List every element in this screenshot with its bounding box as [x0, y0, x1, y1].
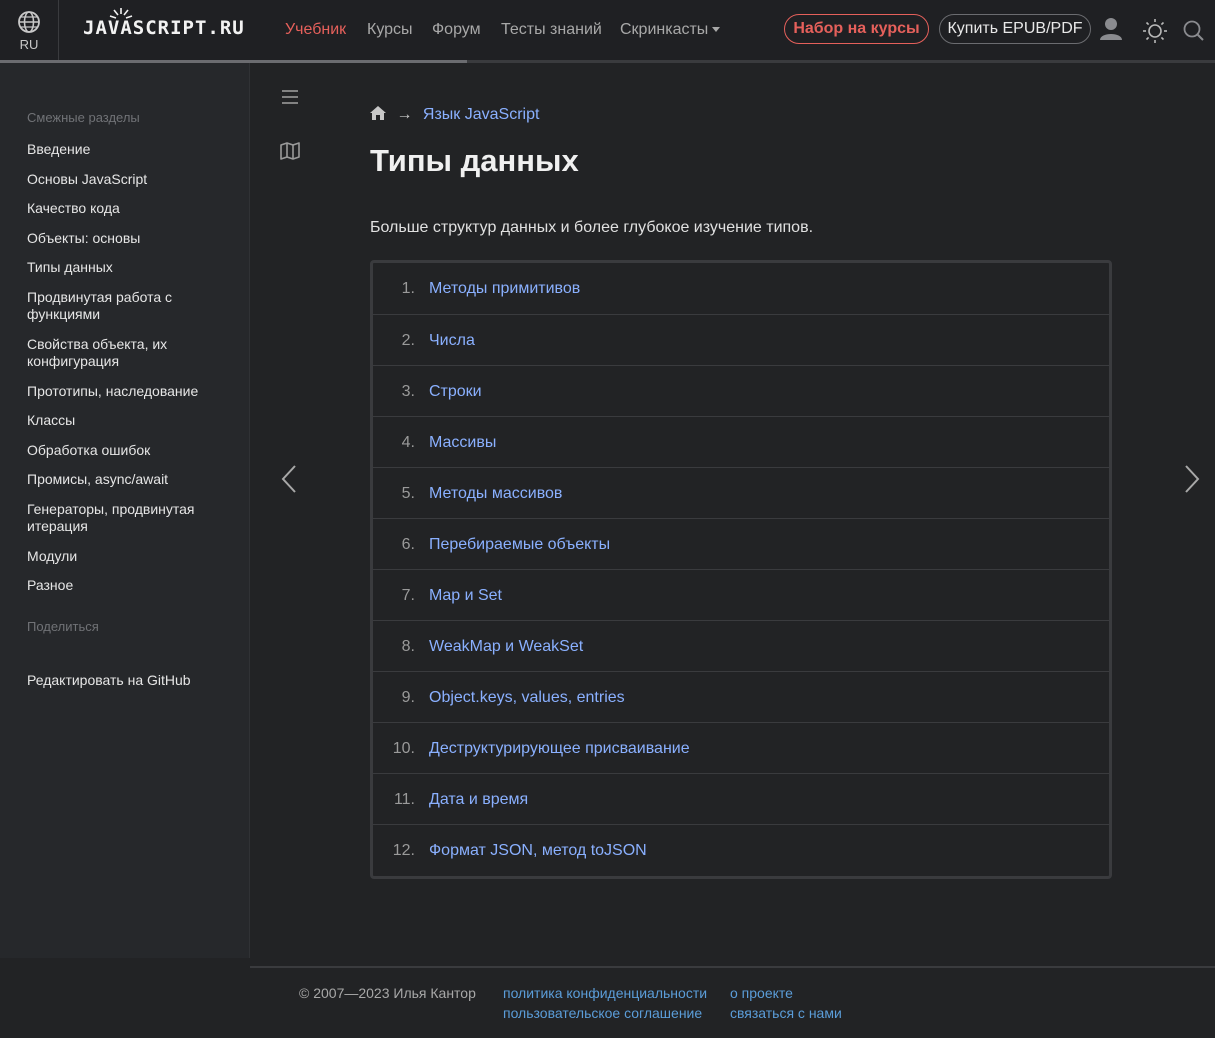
user-agreement-link[interactable]: пользовательское соглашение — [503, 1005, 702, 1021]
list-item: 12. Формат JSON, метод toJSON — [373, 824, 1109, 875]
search-icon[interactable] — [1182, 19, 1206, 43]
logo-spark-icon — [109, 8, 133, 19]
toc-link[interactable]: Строки — [429, 383, 482, 401]
theme-sun-icon[interactable] — [1142, 18, 1168, 44]
sidebar-item-promises[interactable]: Промисы, async/await — [27, 471, 227, 488]
top-header: RU JAVASCRIPT.RU Учебник Курсы Форум Тес… — [0, 0, 1215, 60]
contact-link[interactable]: связаться с нами — [730, 1005, 842, 1021]
privacy-policy-link[interactable]: политика конфиденциальности — [503, 985, 707, 1001]
sidebar-item-generators[interactable]: Генераторы, продвинутая итерация — [27, 501, 227, 535]
toc-link[interactable]: Методы примитивов — [429, 280, 580, 298]
toc-link[interactable]: Деструктурирующее присваивание — [429, 740, 690, 758]
user-icon[interactable] — [1098, 16, 1124, 42]
breadcrumb-link-javascript[interactable]: Язык JavaScript — [423, 106, 540, 123]
item-number: 6. — [401, 536, 415, 553]
list-item: 5. Методы массивов — [373, 467, 1109, 518]
page-title: Типы данных — [370, 143, 579, 178]
toc-link[interactable]: Массивы — [429, 434, 496, 452]
toc-link[interactable]: Формат JSON, метод toJSON — [429, 842, 647, 860]
toc-link[interactable]: Map и Set — [429, 587, 502, 605]
intro-text: Больше структур данных и более глубокое … — [370, 219, 814, 236]
copyright: © 2007—2023 Илья Кантор — [299, 985, 476, 1001]
breadcrumb: → Язык JavaScript — [370, 106, 539, 124]
list-item: 11. Дата и время — [373, 773, 1109, 824]
toc-link[interactable]: WeakMap и WeakSet — [429, 638, 583, 656]
home-icon[interactable] — [370, 106, 386, 120]
toc-link[interactable]: Числа — [429, 332, 475, 350]
sidebar-item-error-handling[interactable]: Обработка ошибок — [27, 442, 227, 459]
item-number: 2. — [401, 332, 415, 349]
nav-screencasts[interactable]: Скринкасты — [620, 21, 721, 39]
list-item: 9. Object.keys, values, entries — [373, 671, 1109, 722]
toc-link[interactable]: Object.keys, values, entries — [429, 689, 625, 707]
nav-screencasts-label[interactable]: Скринкасты — [620, 21, 708, 38]
sidebar-item-classes[interactable]: Классы — [27, 412, 227, 429]
share-title: Поделиться — [27, 619, 99, 634]
about-link[interactable]: о проекте — [730, 985, 793, 1001]
table-of-contents: 1. Методы примитивов 2. Числа 3. Строки … — [370, 260, 1112, 879]
item-number: 8. — [401, 638, 415, 655]
menu-icon[interactable] — [281, 89, 299, 105]
list-item: 3. Строки — [373, 365, 1109, 416]
list-item: 7. Map и Set — [373, 569, 1109, 620]
globe-icon — [18, 11, 40, 33]
footer-divider — [250, 966, 1215, 968]
related-sections-title: Смежные разделы — [27, 110, 140, 125]
sidebar-item-objects[interactable]: Объекты: основы — [27, 230, 227, 247]
nav-forum[interactable]: Форум — [432, 21, 481, 39]
item-number: 4. — [401, 434, 415, 451]
sidebar-item-modules[interactable]: Модули — [27, 548, 227, 565]
toc-link[interactable]: Методы массивов — [429, 485, 562, 503]
next-arrow-icon[interactable] — [1183, 464, 1201, 494]
sidebar-item-prototypes[interactable]: Прототипы, наследование — [27, 383, 227, 400]
item-number: 11. — [393, 791, 415, 808]
item-number: 5. — [401, 485, 415, 502]
list-item: 1. Методы примитивов — [373, 263, 1109, 314]
toc-link[interactable]: Перебираемые объекты — [429, 536, 610, 554]
list-item: 4. Массивы — [373, 416, 1109, 467]
item-number: 3. — [401, 383, 415, 400]
prev-arrow-icon[interactable] — [280, 464, 298, 494]
language-switcher[interactable]: RU — [0, 0, 59, 60]
list-item: 6. Перебираемые объекты — [373, 518, 1109, 569]
sidebar-item-intro[interactable]: Введение — [27, 141, 227, 158]
list-item: 2. Числа — [373, 314, 1109, 365]
buy-epub-pdf-button[interactable]: Купить EPUB/PDF — [939, 14, 1091, 44]
sidebar-item-functions[interactable]: Продвинутая работа с функциями — [27, 289, 227, 323]
nav-tutorial[interactable]: Учебник — [285, 21, 346, 39]
item-number: 9. — [401, 689, 415, 706]
item-number: 7. — [401, 587, 415, 604]
list-item: 8. WeakMap и WeakSet — [373, 620, 1109, 671]
nav-courses[interactable]: Курсы — [367, 21, 413, 39]
sidebar-item-misc[interactable]: Разное — [27, 577, 227, 594]
sidebar-item-basics[interactable]: Основы JavaScript — [27, 171, 227, 188]
sidebar-item-object-properties[interactable]: Свойства объекта, их конфигурация — [27, 336, 227, 370]
map-icon[interactable] — [280, 142, 300, 160]
list-item: 10. Деструктурирующее присваивание — [373, 722, 1109, 773]
breadcrumb-separator: → — [396, 106, 413, 123]
sidebar: Смежные разделы Введение Основы JavaScri… — [0, 63, 250, 958]
courses-signup-button[interactable]: Набор на курсы — [784, 14, 929, 44]
edit-on-github-link[interactable]: Редактировать на GitHub — [27, 672, 227, 689]
item-number: 12. — [392, 842, 415, 859]
item-number: 1. — [401, 280, 415, 297]
item-number: 10. — [392, 740, 415, 757]
toc-link[interactable]: Дата и время — [429, 791, 528, 809]
nav-tests[interactable]: Тесты знаний — [501, 21, 602, 39]
language-code: RU — [19, 37, 39, 52]
sidebar-item-code-quality[interactable]: Качество кода — [27, 200, 227, 217]
chevron-down-icon — [712, 27, 721, 33]
sidebar-item-data-types[interactable]: Типы данных — [27, 259, 227, 276]
